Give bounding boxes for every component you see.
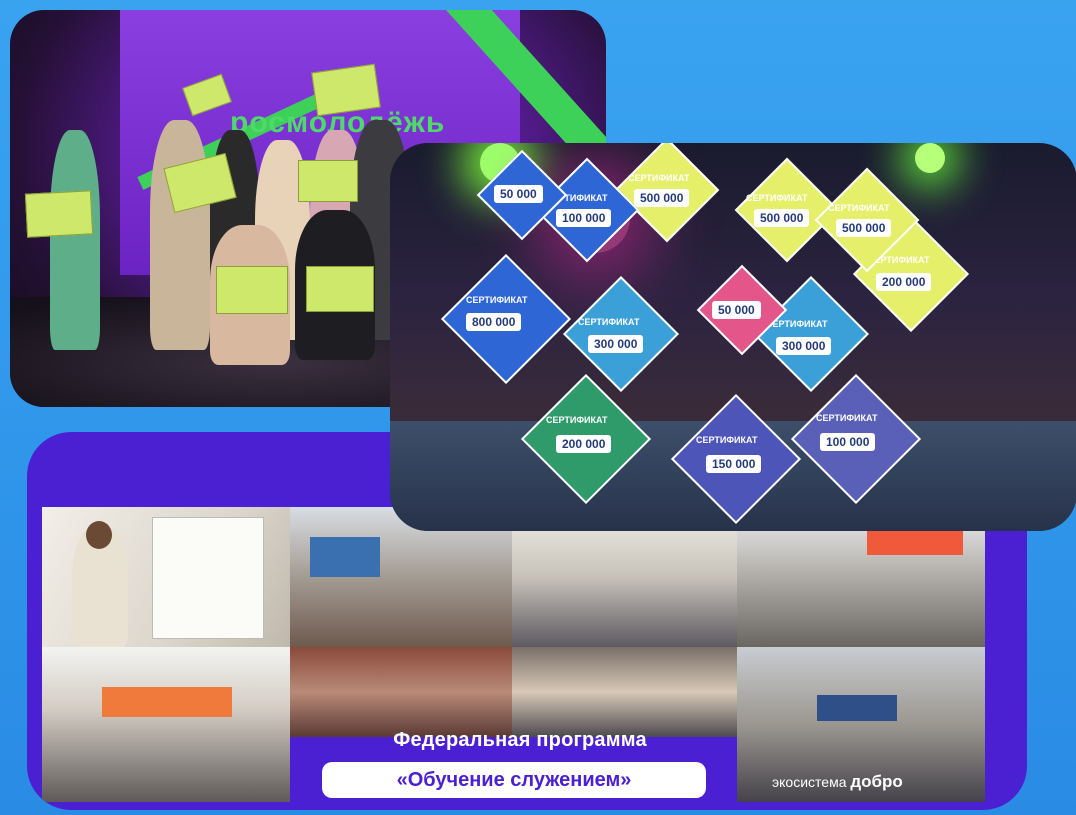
certificate-amount: 300 000: [588, 335, 644, 353]
certificate-amount: 100 000: [820, 433, 876, 451]
person: [150, 120, 210, 350]
certificate-amount: 500 000: [634, 189, 690, 207]
award-board: [311, 63, 381, 117]
certificate-card: [563, 276, 679, 392]
logo-brand: добро: [850, 772, 903, 791]
certificate-amount: 200 000: [556, 435, 612, 453]
logo-prefix: экосистема: [772, 774, 847, 790]
certificate-title: СЕРТИФИКАТ: [628, 173, 690, 183]
program-name-box: «Обучение служением»: [322, 762, 706, 798]
certificate-title: СЕРТИФИКАТ: [696, 435, 758, 445]
certificate-title: СЕРТИФИКАТ: [828, 203, 890, 213]
program-title: Федеральная программа: [393, 729, 647, 751]
event-photo-team: [512, 647, 737, 737]
person: [50, 130, 100, 350]
certificate-amount: 50 000: [494, 185, 543, 203]
certificate-title: СЕРТИФИКАТ: [546, 415, 608, 425]
certificate-amount: 150 000: [706, 455, 762, 473]
stage-light: [915, 143, 945, 173]
certificate-amount: 200 000: [876, 273, 932, 291]
certificate-amount: 300 000: [776, 337, 832, 355]
event-photo-speaker: [42, 507, 290, 647]
certificate-winners-photo: СЕРТИФИКАТ 800 000 СЕРТИФИКАТ 300 000 СЕ…: [390, 143, 1076, 531]
certificate-title: СЕРТИФИКАТ: [466, 295, 528, 305]
award-board: [298, 160, 358, 202]
event-photo-seminar: [290, 647, 512, 737]
event-photo-stage: [42, 647, 290, 802]
program-name: «Обучение служением»: [396, 769, 632, 791]
certificate-amount: 800 000: [466, 313, 522, 331]
certificate-amount: 500 000: [836, 219, 892, 237]
award-board: [306, 266, 374, 312]
ecosystem-logo: экосистема добро: [772, 772, 903, 792]
certificate-title: СЕРТИФИКАТ: [578, 317, 640, 327]
certificate-amount: 100 000: [556, 209, 612, 227]
award-board: [24, 190, 94, 238]
certificate-title: СЕРТИФИКАТ: [746, 193, 808, 203]
certificate-amount: 500 000: [754, 209, 810, 227]
award-board: [216, 266, 288, 314]
certificate-amount: 50 000: [712, 301, 761, 319]
certificate-title: СЕРТИФИКАТ: [816, 413, 878, 423]
